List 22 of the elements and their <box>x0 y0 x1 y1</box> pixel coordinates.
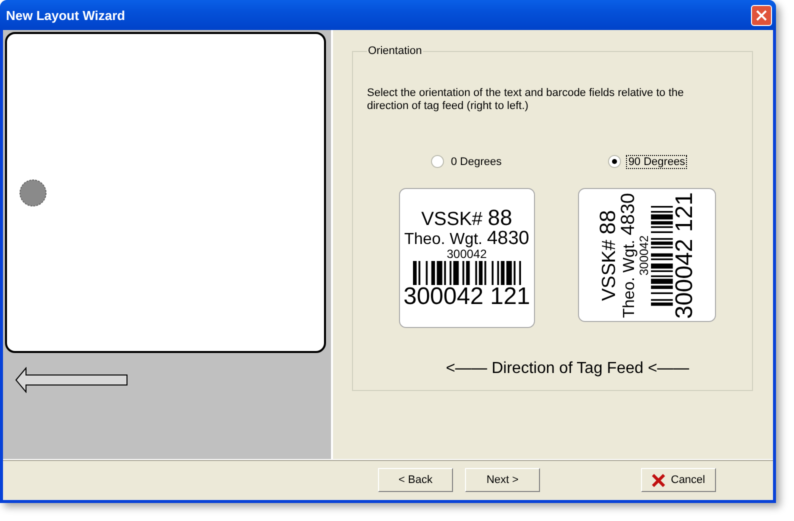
tag-code: 300042 <box>638 234 651 276</box>
window-title: New Layout Wizard <box>6 8 126 22</box>
tag-footer: 300042 121 <box>403 284 530 308</box>
tag-title: VSSK# 88 <box>421 208 512 230</box>
tag-code: 300042 <box>446 248 487 260</box>
hole-icon <box>19 178 47 206</box>
back-button[interactable]: < Back <box>378 468 453 492</box>
next-button[interactable]: Next > <box>465 468 540 492</box>
tag-footer: 300042 121 <box>672 192 697 318</box>
orientation-radio[interactable]: 0 Degrees <box>430 155 503 168</box>
group-legend: Orientation <box>367 45 423 57</box>
cancel-button[interactable]: Cancel <box>641 468 716 492</box>
tag-title: VSSK# 88 <box>598 210 620 301</box>
tag-weight: Theo. Wgt. 4830 <box>404 230 530 248</box>
left-arrow-icon <box>15 367 128 393</box>
instructions-text: Select the orientation of the text and barcode fields relative to the direction of tag feed (right to left.) <box>367 87 685 113</box>
feed-direction-caption: <—— Direction of Tag Feed <—— <box>444 360 690 378</box>
tag-weight: Theo. Wgt. 4830 <box>620 192 638 318</box>
close-button[interactable] <box>751 4 772 26</box>
cancel-icon <box>652 474 665 486</box>
orientation-radio[interactable]: 90 Degrees <box>608 155 686 168</box>
close-icon <box>756 10 767 20</box>
